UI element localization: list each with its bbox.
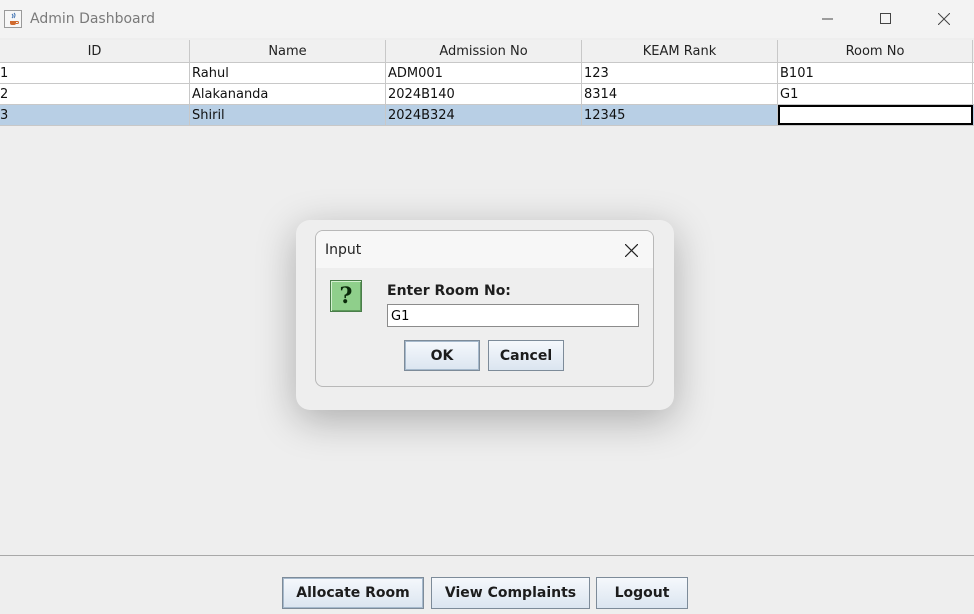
- table-row-selected[interactable]: 3 Shiril 2024B324 12345: [0, 105, 974, 126]
- cell-keam-rank[interactable]: 8314: [582, 84, 778, 104]
- room-no-input[interactable]: G1: [387, 304, 639, 327]
- column-header-name[interactable]: Name: [190, 40, 386, 62]
- dialog-title-bar: Input: [316, 231, 653, 268]
- column-header-admission-no[interactable]: Admission No: [386, 40, 582, 62]
- allocate-room-button[interactable]: Allocate Room: [282, 577, 424, 609]
- close-icon: [624, 243, 638, 257]
- cell-admission-no[interactable]: 2024B140: [386, 84, 582, 104]
- divider: [0, 555, 974, 556]
- column-header-room-no[interactable]: Room No: [778, 40, 973, 62]
- java-app-icon: [4, 10, 22, 28]
- table-row[interactable]: 1 Rahul ADM001 123 B101: [0, 63, 974, 84]
- cell-name[interactable]: Shiril: [190, 105, 386, 125]
- cell-keam-rank[interactable]: 123: [582, 63, 778, 83]
- cell-keam-rank[interactable]: 12345: [582, 105, 778, 125]
- column-header-id[interactable]: ID: [0, 40, 190, 62]
- column-header-keam-rank[interactable]: KEAM Rank: [582, 40, 778, 62]
- table-row[interactable]: 2 Alakananda 2024B140 8314 G1: [0, 84, 974, 105]
- cell-id[interactable]: 1: [0, 63, 190, 83]
- cell-id[interactable]: 2: [0, 84, 190, 104]
- cell-name[interactable]: Rahul: [190, 63, 386, 83]
- close-button[interactable]: [915, 0, 973, 38]
- cancel-button[interactable]: Cancel: [488, 340, 564, 371]
- cell-admission-no[interactable]: 2024B324: [386, 105, 582, 125]
- minimize-icon: [822, 18, 833, 20]
- students-table: ID Name Admission No KEAM Rank Room No 1…: [0, 40, 974, 126]
- maximize-icon: [880, 13, 891, 24]
- dialog-close-button[interactable]: [621, 240, 641, 260]
- logout-button[interactable]: Logout: [596, 577, 688, 609]
- cell-name[interactable]: Alakananda: [190, 84, 386, 104]
- ok-button[interactable]: OK: [404, 340, 480, 371]
- cell-room-no[interactable]: G1: [778, 84, 973, 104]
- view-complaints-button[interactable]: View Complaints: [431, 577, 590, 609]
- dialog-title: Input: [325, 242, 362, 258]
- table-header: ID Name Admission No KEAM Rank Room No: [0, 40, 974, 63]
- close-icon: [938, 13, 950, 25]
- minimize-button[interactable]: [799, 0, 857, 38]
- title-bar: Admin Dashboard: [0, 0, 974, 38]
- maximize-button[interactable]: [857, 0, 915, 38]
- cell-id[interactable]: 3: [0, 105, 190, 125]
- cell-room-no-editing[interactable]: [778, 105, 973, 125]
- window-title: Admin Dashboard: [30, 11, 156, 27]
- cell-admission-no[interactable]: ADM001: [386, 63, 582, 83]
- dialog-prompt: Enter Room No:: [387, 283, 511, 299]
- question-icon: ?: [330, 280, 362, 312]
- cell-room-no[interactable]: B101: [778, 63, 973, 83]
- input-dialog: Input ? Enter Room No: G1 OK Cancel: [315, 230, 654, 387]
